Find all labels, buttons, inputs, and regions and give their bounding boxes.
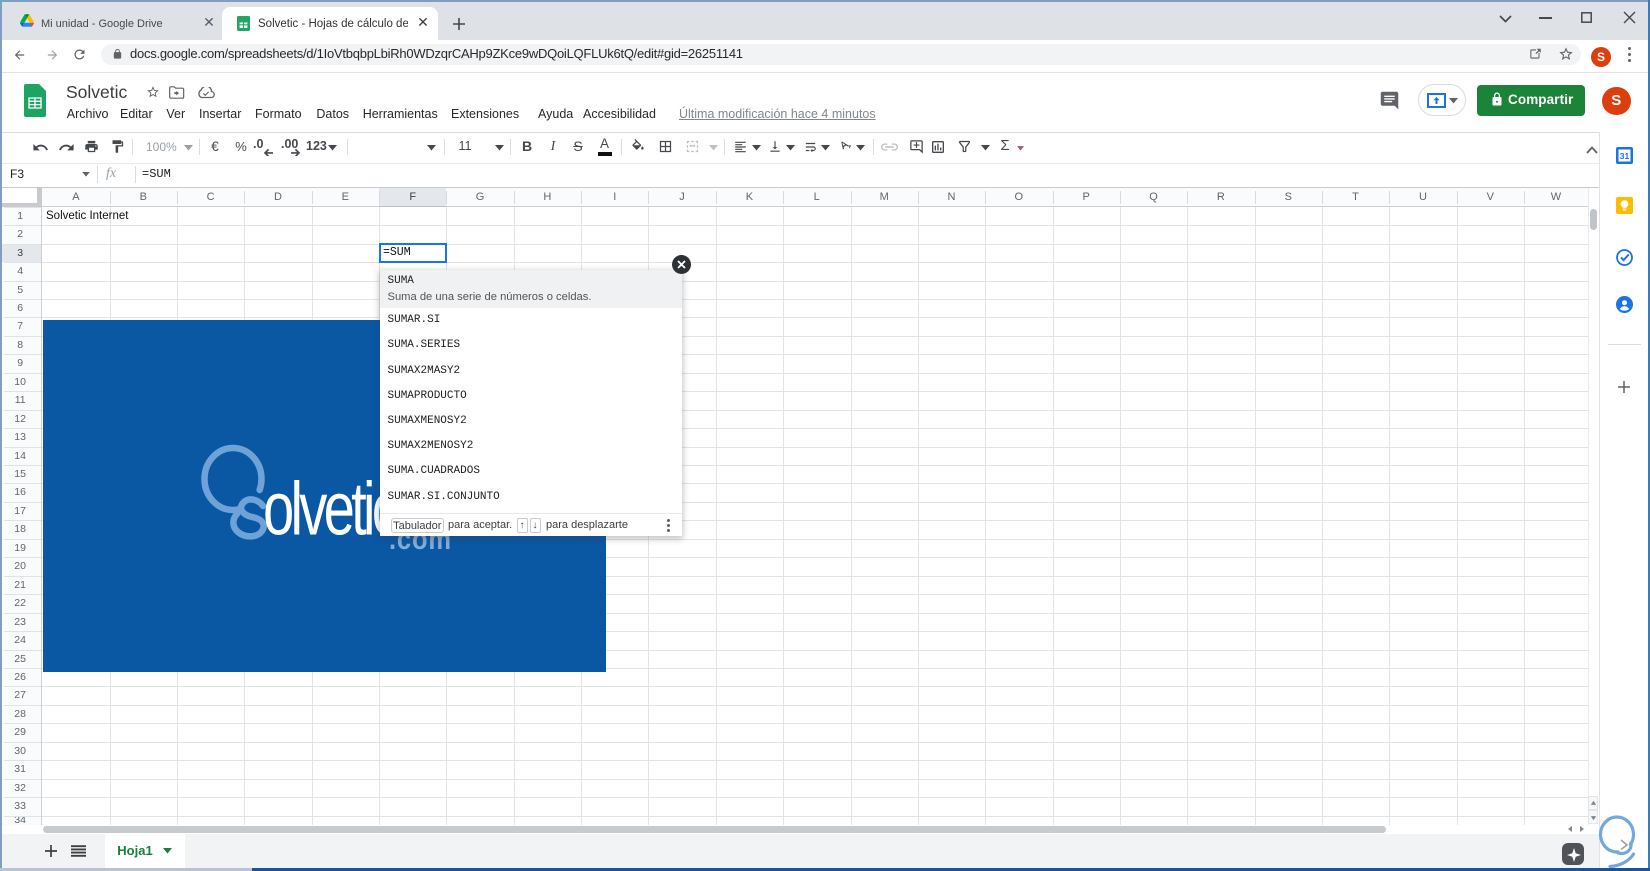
svg-text:31: 31 [1620,151,1630,161]
svg-text:olvetic: olvetic [263,467,399,551]
